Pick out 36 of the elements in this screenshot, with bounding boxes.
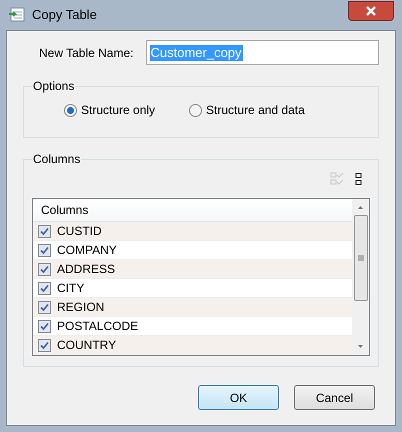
dialog-button[interactable]: OK bbox=[198, 385, 279, 410]
column-row[interactable]: COUNTRY bbox=[33, 336, 352, 355]
checkbox[interactable] bbox=[38, 282, 51, 294]
radio-option[interactable]: Structure only bbox=[64, 101, 156, 119]
checkbox[interactable] bbox=[38, 244, 51, 256]
group-title: Options bbox=[32, 78, 76, 95]
table-copy-icon bbox=[8, 7, 26, 23]
close-icon bbox=[366, 6, 376, 16]
column-row[interactable]: CUSTID bbox=[33, 222, 352, 241]
column-name: REGION bbox=[57, 299, 104, 316]
grip-icon bbox=[358, 255, 364, 261]
close-button[interactable] bbox=[348, 1, 394, 21]
checkbox[interactable] bbox=[38, 300, 51, 314]
column-row[interactable]: ADDRESS bbox=[33, 260, 352, 279]
column-row[interactable]: COMPANY bbox=[33, 241, 352, 260]
checkbox[interactable] bbox=[38, 338, 51, 352]
check-all-icon[interactable] bbox=[330, 172, 344, 186]
checkbox[interactable] bbox=[38, 320, 51, 332]
column-name: ADDRESS bbox=[57, 261, 116, 278]
dialog-button[interactable]: Cancel bbox=[294, 385, 375, 410]
column-name: POSTALCODE bbox=[57, 318, 138, 335]
checkbox[interactable] bbox=[38, 224, 51, 238]
uncheck-all-icon[interactable] bbox=[354, 172, 364, 186]
column-row[interactable]: CITY bbox=[33, 279, 352, 298]
column-name: COUNTRY bbox=[57, 337, 116, 354]
window-title: Copy Table bbox=[32, 6, 97, 24]
scrollbar[interactable] bbox=[352, 199, 369, 355]
group-title: Columns bbox=[32, 151, 82, 168]
field-label: New Table Name: bbox=[39, 44, 134, 62]
radio-option[interactable]: Structure and data bbox=[189, 101, 305, 119]
column-name: CUSTID bbox=[57, 223, 102, 240]
column-row[interactable]: REGION bbox=[33, 298, 352, 317]
column-name: COMPANY bbox=[57, 242, 117, 259]
column-name: CITY bbox=[57, 280, 84, 297]
checkbox[interactable] bbox=[38, 262, 51, 276]
column-row[interactable]: POSTALCODE bbox=[33, 317, 352, 336]
